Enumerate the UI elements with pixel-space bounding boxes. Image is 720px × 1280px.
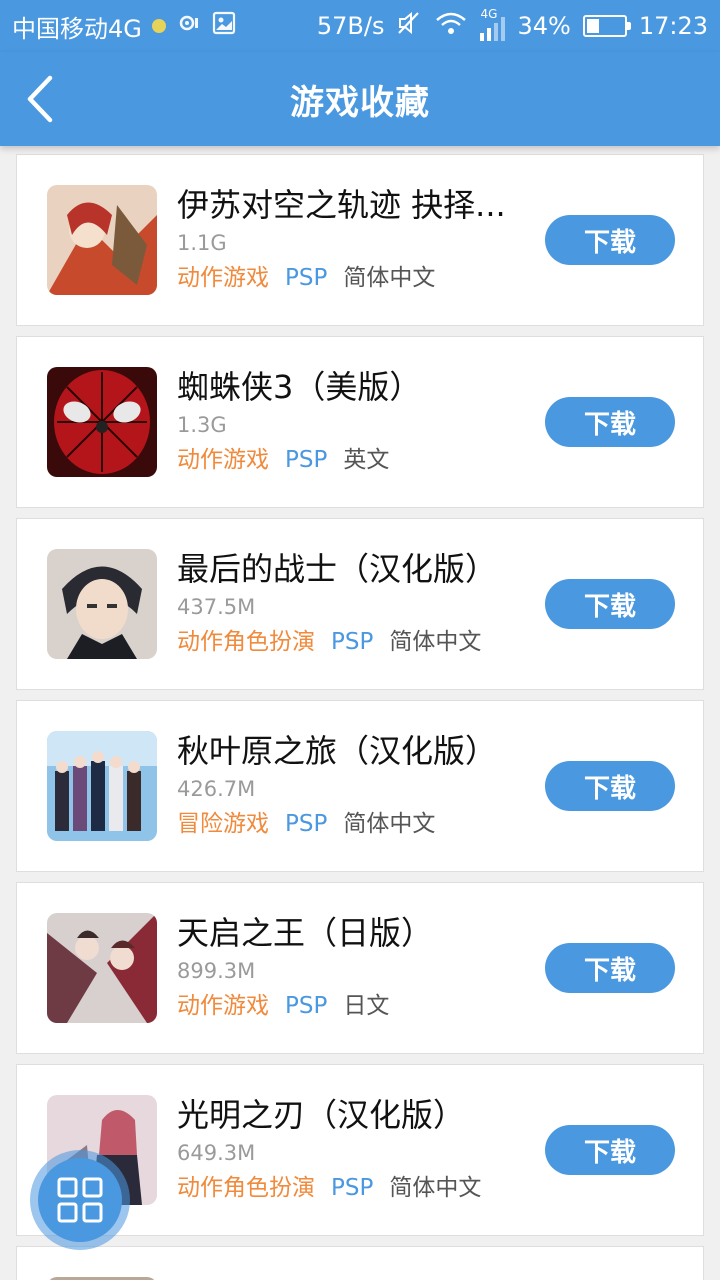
game-genre: 冒险游戏 (177, 811, 269, 837)
game-name: 光明之刃（汉化版） (177, 1096, 466, 1134)
game-cover-image (47, 549, 157, 659)
game-cover-image (47, 185, 157, 295)
download-button[interactable]: 下载 (545, 579, 675, 629)
back-button[interactable] (22, 72, 62, 126)
game-cover-image (47, 913, 157, 1023)
game-card[interactable]: 蜘蛛侠3（美版） 1.3G 动作游戏 PSP 英文 下载 (16, 336, 704, 508)
game-platform: PSP (285, 993, 328, 1019)
game-name: 天启之王（日版） (177, 914, 434, 952)
game-size: 649.3M (177, 1141, 256, 1165)
signal-icon: 4G (480, 7, 506, 41)
app-header: 游戏收藏 (0, 52, 720, 146)
game-genre: 动作游戏 (177, 993, 269, 1019)
game-size: 1.3G (177, 413, 227, 437)
game-language: 简体中文 (389, 1175, 482, 1201)
game-platform: PSP (331, 629, 374, 655)
clock: 17:23 (638, 12, 708, 40)
game-name: 秋叶原之旅（汉化版） (177, 732, 498, 770)
game-language: 简体中文 (343, 265, 436, 291)
game-card[interactable] (16, 1246, 704, 1280)
game-genre: 动作角色扮演 (177, 629, 315, 655)
status-bar: 中国移动4G 57B/s 4G 34% 17:23 (0, 0, 720, 52)
game-language: 英文 (343, 447, 390, 473)
game-name: 伊苏对空之轨迹 抉择... (177, 186, 506, 224)
mute-icon (396, 11, 422, 41)
game-size: 1.1G (177, 231, 227, 255)
game-language: 日文 (343, 993, 390, 1019)
network-type: 4G (480, 7, 498, 21)
game-size: 426.7M (177, 777, 256, 801)
download-button[interactable]: 下载 (545, 943, 675, 993)
game-list: 伊苏对空之轨迹 抉择... 1.1G 动作游戏 PSP 简体中文 下载 蜘蛛侠3… (16, 154, 704, 1280)
carrier-label: 中国移动4G (12, 14, 142, 43)
download-button[interactable]: 下载 (545, 1125, 675, 1175)
battery-level (586, 19, 599, 33)
sim-icon (176, 12, 202, 40)
grid-icon (57, 1177, 103, 1223)
game-card[interactable]: 最后的战士（汉化版） 437.5M 动作角色扮演 PSP 简体中文 下载 (16, 518, 704, 690)
game-card[interactable]: 秋叶原之旅（汉化版） 426.7M 冒险游戏 PSP 简体中文 下载 (16, 700, 704, 872)
game-size: 899.3M (177, 959, 256, 983)
game-card[interactable]: 天启之王（日版） 899.3M 动作游戏 PSP 日文 下载 (16, 882, 704, 1054)
battery-percent: 34% (517, 12, 571, 40)
game-language: 简体中文 (343, 811, 436, 837)
chevron-left-icon (27, 75, 53, 123)
game-cover-image (47, 367, 157, 477)
download-button[interactable]: 下载 (545, 215, 675, 265)
game-size: 437.5M (177, 595, 256, 619)
page-title: 游戏收藏 (290, 82, 430, 123)
wifi-icon (434, 11, 468, 41)
menu-fab-button[interactable] (30, 1150, 130, 1250)
game-name: 最后的战士（汉化版） (177, 550, 498, 588)
game-genre: 动作游戏 (177, 447, 269, 473)
game-genre: 动作游戏 (177, 265, 269, 291)
game-name: 蜘蛛侠3（美版） (177, 368, 422, 406)
battery-icon (582, 15, 631, 37)
game-platform: PSP (331, 1175, 374, 1201)
game-platform: PSP (285, 811, 328, 837)
game-card[interactable]: 伊苏对空之轨迹 抉择... 1.1G 动作游戏 PSP 简体中文 下载 (16, 154, 704, 326)
image-icon (212, 11, 236, 41)
network-speed: 57B/s (316, 12, 385, 40)
game-platform: PSP (285, 265, 328, 291)
download-button[interactable]: 下载 (545, 761, 675, 811)
download-button[interactable]: 下载 (545, 397, 675, 447)
notification-dot-icon (151, 19, 166, 33)
game-genre: 动作角色扮演 (177, 1175, 315, 1201)
game-cover-image (47, 731, 157, 841)
game-platform: PSP (285, 447, 328, 473)
game-language: 简体中文 (389, 629, 482, 655)
